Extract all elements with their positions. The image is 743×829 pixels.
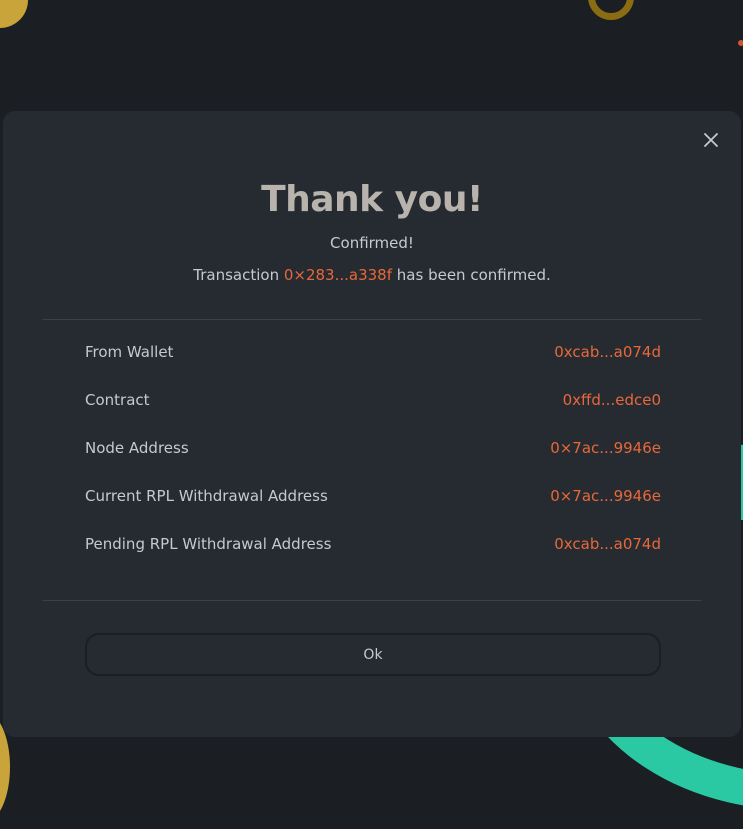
close-icon: [703, 132, 719, 148]
detail-label: Pending RPL Withdrawal Address: [85, 535, 332, 553]
detail-label: Contract: [85, 391, 150, 409]
transaction-message: Transaction 0×283...a338f has been confi…: [3, 266, 741, 284]
detail-value-link[interactable]: 0xcab...a074d: [554, 535, 661, 553]
divider: [43, 319, 701, 320]
detail-value-link[interactable]: 0×7ac...9946e: [550, 439, 661, 457]
decorative-dot: [738, 40, 743, 46]
transaction-suffix: has been confirmed.: [392, 266, 551, 284]
close-button[interactable]: [699, 128, 723, 152]
confirmation-modal: Thank you! Confirmed! Transaction 0×283.…: [3, 111, 741, 737]
detail-value-link[interactable]: 0xffd...edce0: [563, 391, 661, 409]
detail-row-contract: Contract 0xffd...edce0: [85, 391, 661, 439]
modal-title: Thank you!: [261, 179, 483, 220]
detail-label: From Wallet: [85, 343, 174, 361]
details-list: From Wallet 0xcab...a074d Contract 0xffd…: [85, 343, 661, 583]
detail-value-link[interactable]: 0xcab...a074d: [554, 343, 661, 361]
transaction-hash-link[interactable]: 0×283...a338f: [284, 266, 392, 284]
detail-label: Current RPL Withdrawal Address: [85, 487, 328, 505]
detail-label: Node Address: [85, 439, 189, 457]
divider: [43, 600, 701, 601]
detail-value-link[interactable]: 0×7ac...9946e: [550, 487, 661, 505]
detail-row-node-address: Node Address 0×7ac...9946e: [85, 439, 661, 487]
detail-row-pending-rpl-withdrawal: Pending RPL Withdrawal Address 0xcab...a…: [85, 535, 661, 583]
ok-button[interactable]: Ok: [85, 633, 661, 676]
modal-subtitle: Confirmed!: [330, 234, 414, 252]
decorative-circle: [0, 0, 28, 28]
detail-row-from-wallet: From Wallet 0xcab...a074d: [85, 343, 661, 391]
decorative-ring: [588, 0, 634, 20]
transaction-prefix: Transaction: [193, 266, 284, 284]
detail-row-current-rpl-withdrawal: Current RPL Withdrawal Address 0×7ac...9…: [85, 487, 661, 535]
